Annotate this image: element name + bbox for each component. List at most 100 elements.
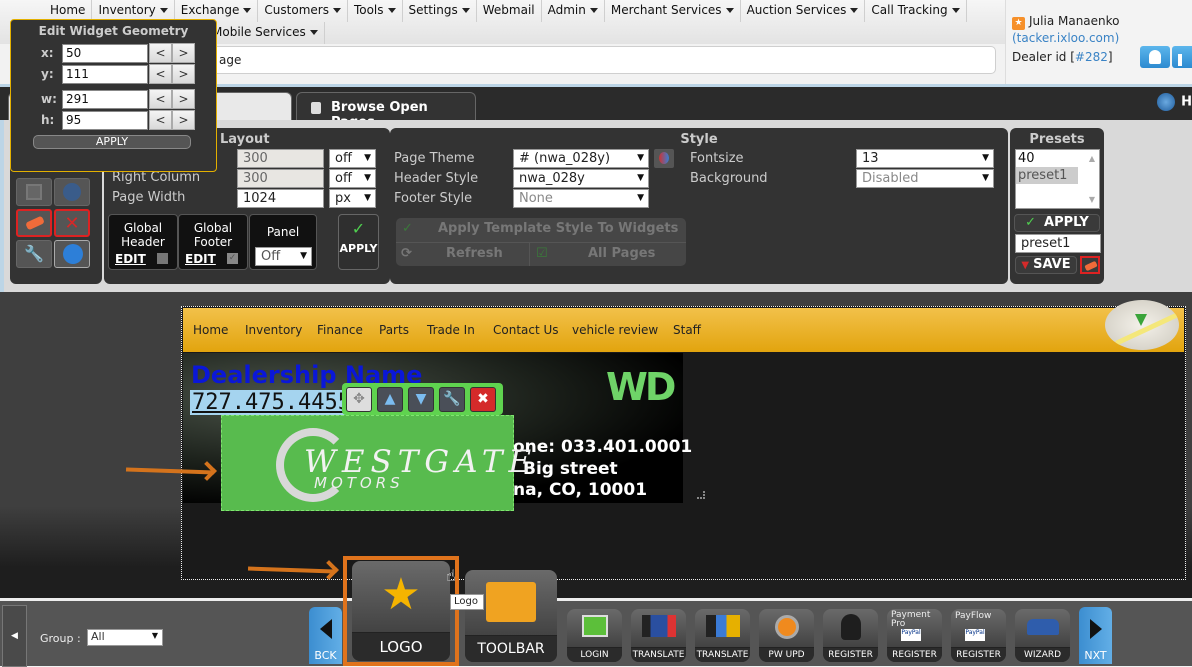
chevron-down-icon: [725, 8, 734, 13]
site-nav-home[interactable]: Home: [193, 323, 228, 337]
widget-delete-button[interactable]: ✖: [470, 387, 496, 412]
palette-back-button[interactable]: BCK: [309, 607, 342, 664]
nav-mobile-services[interactable]: Mobile Services: [206, 22, 325, 44]
left-column-mode-select[interactable]: off: [329, 149, 376, 168]
preset-item[interactable]: 40: [1016, 150, 1078, 167]
global-header-checkbox[interactable]: [157, 253, 168, 264]
widget-google-translate[interactable]: TRANSLATE: [695, 609, 750, 662]
layout-apply-button[interactable]: ✓ APPLY: [338, 214, 379, 270]
nav-tools[interactable]: Tools: [348, 0, 403, 22]
widget-settings-button[interactable]: 🔧: [439, 387, 465, 412]
move-down-button[interactable]: ▼: [408, 387, 434, 412]
stats-button[interactable]: [1172, 46, 1192, 68]
dealer-id-link[interactable]: #282: [1075, 50, 1108, 64]
scroll-up-icon[interactable]: ▲: [1089, 154, 1095, 163]
y-decrement-button[interactable]: <: [149, 64, 172, 84]
nav-admin[interactable]: Admin: [542, 0, 605, 22]
preset-apply-button[interactable]: ✓ APPLY: [1014, 214, 1100, 232]
nav-settings[interactable]: Settings: [403, 0, 477, 22]
clear-button[interactable]: [16, 209, 52, 237]
settings-button[interactable]: 🔧: [16, 240, 52, 268]
move-up-button[interactable]: ▲: [377, 387, 403, 412]
nav-merchant-services[interactable]: Merchant Services: [605, 0, 741, 22]
logo-widget[interactable]: WESTGATE MOTORS: [221, 415, 531, 511]
geometry-apply-button[interactable]: APPLY: [33, 135, 191, 149]
site-nav-vehicle-review[interactable]: vehicle review: [572, 323, 658, 337]
theme-color-picker-button[interactable]: [654, 149, 674, 168]
h-input[interactable]: 95: [62, 111, 148, 130]
right-column-mode-select[interactable]: off: [329, 169, 376, 188]
preset-item-selected[interactable]: preset1: [1016, 167, 1078, 184]
dealership-phone[interactable]: 727.475.4455: [190, 390, 353, 415]
site-nav-staff[interactable]: Staff: [673, 323, 701, 337]
global-header-edit-link[interactable]: EDIT: [115, 252, 146, 266]
group-select[interactable]: All: [87, 629, 163, 646]
fontsize-select[interactable]: 13: [856, 149, 994, 168]
widget-register[interactable]: REGISTER: [823, 609, 878, 662]
h-increment-button[interactable]: >: [172, 110, 195, 130]
move-handle[interactable]: ✥: [346, 387, 372, 412]
nav-call-tracking[interactable]: Call Tracking: [865, 0, 967, 22]
nav-customers[interactable]: Customers: [258, 0, 348, 22]
site-nav-finance[interactable]: Finance: [317, 323, 363, 337]
map-widget[interactable]: [1105, 300, 1179, 350]
site-nav-contact-us[interactable]: Contact Us: [493, 323, 559, 337]
publish-button[interactable]: [54, 178, 90, 206]
presets-list[interactable]: 40 preset1 ▲ ▼: [1015, 149, 1100, 209]
all-pages-toggle[interactable]: ☑ All Pages: [530, 242, 686, 266]
collapse-palette-button[interactable]: ◀: [2, 605, 27, 667]
checkmark-icon: ✓: [402, 221, 413, 236]
page-address-input[interactable]: age: [180, 46, 996, 74]
background-select[interactable]: Disabled: [856, 169, 994, 188]
widget-password-update[interactable]: PW UPD: [759, 609, 814, 662]
h-decrement-button[interactable]: <: [149, 110, 172, 130]
site-nav-trade-in[interactable]: Trade In: [427, 323, 475, 337]
panel-select[interactable]: Off: [255, 247, 312, 266]
preset-save-button[interactable]: ▼ SAVE: [1015, 256, 1077, 274]
page-theme-select[interactable]: # (nwa_028y): [513, 149, 649, 168]
save-button[interactable]: [16, 178, 52, 206]
preset-name-input[interactable]: preset1: [1015, 234, 1101, 253]
help-menu[interactable]: H: [1157, 93, 1192, 111]
w-decrement-button[interactable]: <: [149, 89, 172, 109]
user-add-icon: [840, 614, 861, 640]
preset-delete-button[interactable]: [1080, 256, 1100, 274]
apply-template-style-button[interactable]: ✓ Apply Template Style To Widgets: [396, 218, 686, 242]
site-nav-parts[interactable]: Parts: [379, 323, 409, 337]
widget-toolbar-item[interactable]: TOOLBAR: [465, 570, 557, 662]
w-input[interactable]: 291: [62, 90, 148, 109]
widget-login[interactable]: LOGIN: [567, 609, 622, 662]
upload-button[interactable]: [54, 240, 90, 268]
widget-translate[interactable]: TRANSLATE: [631, 609, 686, 662]
tab-browse-open-pages[interactable]: Browse Open Pages: [296, 92, 476, 130]
y-input[interactable]: 111: [62, 65, 148, 84]
global-footer-checkbox[interactable]: ✓: [227, 253, 238, 264]
page-width-unit-select[interactable]: px: [329, 189, 376, 208]
left-column-width-input[interactable]: 300: [237, 149, 324, 168]
footer-style-select[interactable]: None: [513, 189, 649, 208]
nav-webmail[interactable]: Webmail: [477, 0, 542, 22]
page-theme-label: Page Theme: [394, 151, 475, 166]
header-style-select[interactable]: nwa_028y: [513, 169, 649, 188]
widget-register-paypal-pro[interactable]: Payment Pro PayPal REGISTER: [887, 609, 942, 662]
nav-auction-services[interactable]: Auction Services: [741, 0, 866, 22]
user-profile-button[interactable]: [1140, 46, 1170, 68]
y-increment-button[interactable]: >: [172, 64, 195, 84]
scroll-down-icon[interactable]: ▼: [1089, 195, 1095, 204]
delete-button[interactable]: ✕: [54, 209, 90, 237]
global-footer-edit-link[interactable]: EDIT: [185, 252, 216, 266]
refresh-button[interactable]: ⟳ Refresh: [396, 242, 530, 266]
x-decrement-button[interactable]: <: [149, 43, 172, 63]
page-width-input[interactable]: 1024: [237, 189, 324, 208]
widget-wizard[interactable]: WIZARD: [1015, 609, 1070, 662]
palette-next-button[interactable]: NXT: [1079, 607, 1112, 664]
site-nav-inventory[interactable]: Inventory: [245, 323, 302, 337]
x-input[interactable]: 50: [62, 44, 148, 63]
resize-handle[interactable]: [697, 491, 705, 499]
chevron-down-icon: [159, 8, 168, 13]
w-increment-button[interactable]: >: [172, 89, 195, 109]
widget-register-payflow[interactable]: PayFlow PayPal REGISTER: [951, 609, 1006, 662]
right-column-width-input[interactable]: 300: [237, 169, 324, 188]
x-increment-button[interactable]: >: [172, 43, 195, 63]
user-host-link[interactable]: (tacker.ixloo.com): [1012, 31, 1119, 45]
